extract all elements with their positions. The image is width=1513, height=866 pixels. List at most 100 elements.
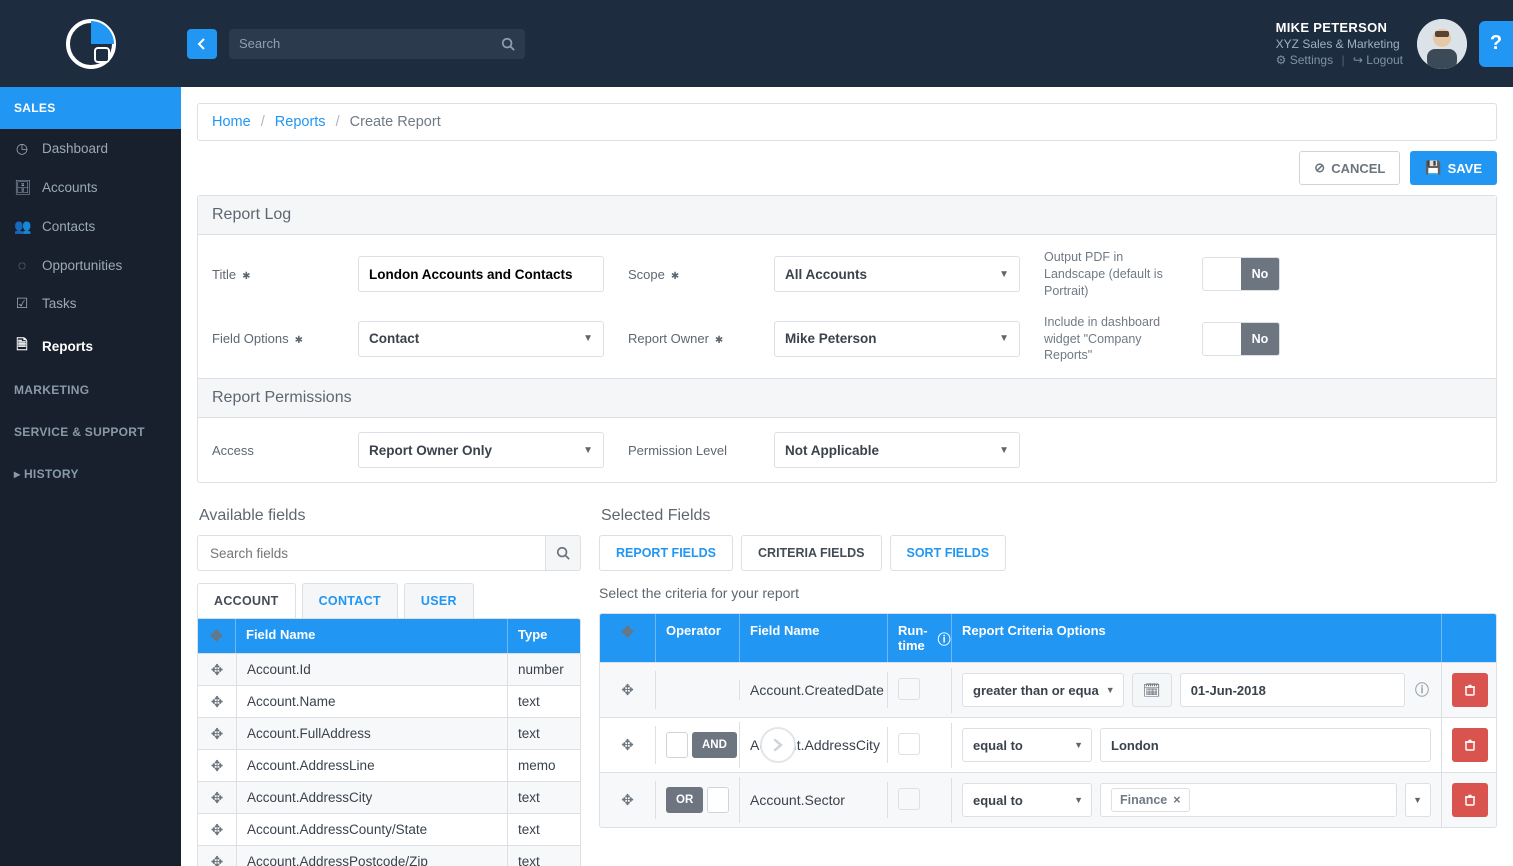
perm-level-label: Permission Level	[628, 443, 756, 458]
breadcrumb-home[interactable]: Home	[212, 114, 251, 130]
sidebar-item-tasks[interactable]: ☑Tasks	[0, 284, 181, 323]
sidebar-item-reports[interactable]: 🗎Reports	[0, 323, 181, 369]
table-row[interactable]: Account.AddressPostcode/Zip text	[198, 845, 580, 866]
logout-link[interactable]: ↪ Logout	[1353, 53, 1403, 67]
drag-handle[interactable]	[198, 814, 236, 845]
selected-fields-column: Selected Fields REPORT FIELDS CRITERIA F…	[599, 497, 1497, 866]
comparator-select[interactable]: greater than or equa	[962, 673, 1124, 707]
cancel-button[interactable]: ⊘CANCEL	[1299, 151, 1400, 185]
tab-sort-fields[interactable]: SORT FIELDS	[890, 535, 1007, 571]
sidebar-section-marketing[interactable]: MARKETING	[0, 369, 181, 411]
app-logo-icon	[65, 18, 117, 70]
criteria-field-name: Account.CreatedDate	[740, 672, 888, 708]
comparator-select[interactable]: equal to	[962, 783, 1092, 817]
chevron-left-icon	[196, 38, 208, 50]
remove-tag-icon[interactable]: ×	[1173, 793, 1180, 807]
owner-select[interactable]: Mike Peterson	[774, 321, 1020, 357]
tag[interactable]: Finance ×	[1111, 788, 1190, 812]
field-type-cell: number	[508, 654, 580, 685]
drag-handle[interactable]	[621, 682, 634, 698]
tab-report-fields[interactable]: REPORT FIELDS	[599, 535, 733, 571]
delete-row-button[interactable]	[1452, 728, 1488, 762]
search-fields-button[interactable]	[545, 535, 581, 571]
runtime-checkbox[interactable]	[898, 678, 920, 700]
scope-select[interactable]: All Accounts	[774, 256, 1020, 292]
user-name: MIKE PETERSON	[1276, 19, 1403, 37]
perm-level-select[interactable]: Not Applicable	[774, 432, 1020, 468]
sidebar-item-contacts[interactable]: 👥Contacts	[0, 207, 181, 246]
sidebar-item-dashboard[interactable]: ◷ Dashboard	[0, 129, 181, 168]
tab-account[interactable]: ACCOUNT	[197, 583, 296, 618]
avatar[interactable]	[1417, 19, 1467, 69]
value-input[interactable]: 01-Jun-2018	[1180, 673, 1405, 707]
runtime-checkbox[interactable]	[898, 788, 920, 810]
field-type-cell: memo	[508, 750, 580, 781]
access-select[interactable]: Report Owner Only	[358, 432, 604, 468]
cancel-icon: ⊘	[1314, 160, 1325, 176]
sidebar-section-history[interactable]: ▸ HISTORY	[0, 453, 181, 495]
dropdown-toggle[interactable]	[1405, 783, 1431, 817]
drag-handle[interactable]	[198, 718, 236, 749]
pdf-landscape-label: Output PDF in Landscape (default is Port…	[1044, 249, 1184, 300]
tab-criteria-fields[interactable]: CRITERIA FIELDS	[741, 535, 881, 571]
table-row[interactable]: Account.FullAddress text	[198, 717, 580, 749]
calendar-button[interactable]: 🗓	[1132, 673, 1172, 707]
drag-handle[interactable]	[198, 654, 236, 685]
sidebar: SALES ◷ Dashboard 🗄Accounts 👥Contacts ◌Op…	[0, 87, 181, 866]
sidebar-section-service[interactable]: SERVICE & SUPPORT	[0, 411, 181, 453]
drag-handle[interactable]	[621, 792, 634, 808]
table-row[interactable]: Account.Name text	[198, 685, 580, 717]
table-row[interactable]: Account.AddressCounty/State text	[198, 813, 580, 845]
table-row[interactable]: Account.AddressCity text	[198, 781, 580, 813]
or-chip[interactable]: OR	[666, 787, 703, 813]
table-row[interactable]: Account.Id number	[198, 653, 580, 685]
col-type: Type	[508, 619, 580, 653]
field-name-cell: Account.FullAddress	[236, 718, 508, 749]
sidebar-item-opportunities[interactable]: ◌Opportunities	[0, 246, 181, 284]
table-row[interactable]: Account.AddressLine memo	[198, 749, 580, 781]
value-input[interactable]: London	[1100, 728, 1431, 762]
title-input[interactable]	[358, 256, 604, 292]
move-all-icon	[210, 627, 223, 645]
gauge-icon: ◷	[14, 140, 30, 157]
tab-contact[interactable]: CONTACT	[302, 583, 398, 618]
breadcrumb-reports[interactable]: Reports	[275, 114, 326, 130]
drag-handle[interactable]	[621, 737, 634, 753]
global-search-input[interactable]	[239, 36, 501, 51]
comparator-select[interactable]: equal to	[962, 728, 1092, 762]
and-chip[interactable]	[707, 787, 729, 813]
field-type-cell: text	[508, 718, 580, 749]
move-all-icon	[621, 625, 634, 640]
help-button[interactable]: ?	[1479, 21, 1513, 67]
or-chip[interactable]	[666, 732, 688, 758]
drag-handle[interactable]	[198, 782, 236, 813]
and-chip[interactable]: AND	[692, 732, 737, 758]
field-type-cell: text	[508, 814, 580, 845]
drag-handle[interactable]	[198, 750, 236, 781]
search-fields-input[interactable]	[197, 535, 545, 571]
settings-link[interactable]: ⚙ Settings	[1276, 53, 1333, 67]
pdf-landscape-toggle[interactable]: No	[1202, 257, 1280, 291]
help-icon[interactable]: ⓘ	[938, 629, 951, 648]
sidebar-item-accounts[interactable]: 🗄Accounts	[0, 168, 181, 207]
selected-fields-heading: Selected Fields	[599, 497, 1497, 535]
fieldopts-select[interactable]: Contact	[358, 321, 604, 357]
value-multiselect[interactable]: Finance ×	[1100, 783, 1397, 817]
breadcrumb: Home / Reports / Create Report	[197, 103, 1497, 141]
runtime-checkbox[interactable]	[898, 733, 920, 755]
sidebar-section-sales[interactable]: SALES	[0, 87, 181, 129]
drag-handle[interactable]	[198, 846, 236, 866]
transfer-right-button[interactable]	[760, 727, 796, 763]
tab-user[interactable]: USER	[404, 583, 474, 618]
info-icon[interactable]: ⓘ	[1413, 680, 1431, 700]
delete-row-button[interactable]	[1452, 673, 1488, 707]
save-button[interactable]: 💾SAVE	[1410, 151, 1497, 185]
trash-icon	[1463, 793, 1477, 807]
global-search[interactable]	[229, 29, 525, 59]
dashboard-include-toggle[interactable]: No	[1202, 322, 1280, 356]
drag-handle[interactable]	[198, 686, 236, 717]
search-icon	[501, 37, 515, 51]
sidebar-collapse-button[interactable]	[187, 29, 217, 59]
sidebar-item-label: Dashboard	[42, 141, 108, 156]
delete-row-button[interactable]	[1452, 783, 1488, 817]
